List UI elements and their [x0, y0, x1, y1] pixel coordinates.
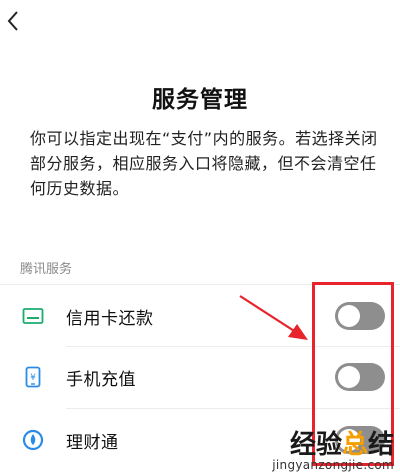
svg-text:¥: ¥ [30, 373, 36, 383]
watermark-url: jingyanzongjie.com [272, 458, 394, 472]
page-description: 你可以指定出现在“支付”内的服务。若选择关闭部分服务，相应服务入口将隐藏，但不会… [30, 129, 378, 198]
phone-recharge-icon: ¥ [22, 366, 44, 388]
credit-card-icon [22, 305, 44, 327]
chevron-left-icon [7, 11, 18, 31]
section-label: 腾讯服务 [20, 262, 73, 277]
back-button[interactable] [2, 6, 24, 36]
list-item-label: 手机充值 [66, 369, 136, 390]
watermark: 经验总结 jingyanzongjie.com [272, 431, 394, 472]
watermark-logo-text: 经验总结 [289, 430, 394, 460]
page-title: 服务管理 [152, 87, 248, 113]
list-item-label: 信用卡还款 [66, 308, 154, 329]
list-item-label: 理财通 [66, 432, 119, 453]
wealth-management-icon [22, 429, 44, 451]
